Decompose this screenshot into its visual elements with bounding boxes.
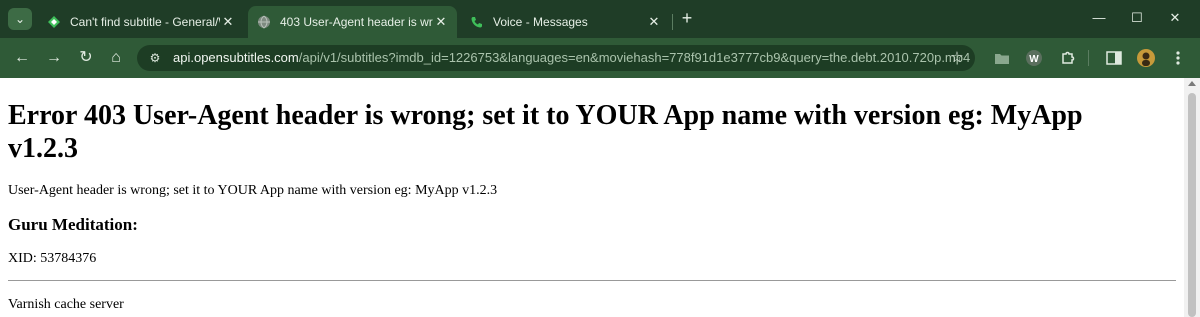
side-panel-icon[interactable] bbox=[1104, 48, 1124, 68]
url-path: /api/v1/subtitles?imdb_id=1226753&langua… bbox=[298, 50, 971, 65]
scrollbar-thumb[interactable] bbox=[1188, 93, 1196, 317]
minimize-button[interactable]: — bbox=[1088, 8, 1110, 28]
extensions-puzzle-icon[interactable] bbox=[1058, 48, 1078, 68]
new-tab-button[interactable]: + bbox=[678, 9, 696, 28]
tab-divider bbox=[672, 14, 673, 30]
xid-text: XID: 53784376 bbox=[8, 251, 97, 266]
title-bar: ⌄ Can't find subtitle - General/Wi ✕ 403… bbox=[0, 0, 1200, 38]
address-bar[interactable]: ⚙ api.opensubtitles.com/api/v1/subtitles… bbox=[137, 45, 975, 71]
tab-voice[interactable]: Voice - Messages ✕ bbox=[461, 6, 670, 38]
divider bbox=[8, 280, 1176, 281]
reload-icon[interactable]: ↻ bbox=[76, 48, 96, 68]
close-icon[interactable]: ✕ bbox=[220, 14, 236, 30]
url-text[interactable]: api.opensubtitles.com/api/v1/subtitles?i… bbox=[173, 50, 970, 66]
bookmark-star-icon[interactable]: ☆ bbox=[948, 49, 966, 67]
page-content: Error 403 User-Agent header is wrong; se… bbox=[0, 78, 1184, 317]
close-icon[interactable]: ✕ bbox=[646, 14, 662, 30]
tab-403-error[interactable]: 403 User-Agent header is wrong ✕ bbox=[248, 6, 457, 38]
error-message: User-Agent header is wrong; set it to YO… bbox=[8, 183, 498, 198]
tab-general[interactable]: Can't find subtitle - General/Wi ✕ bbox=[38, 6, 244, 38]
tab-title: 403 User-Agent header is wrong bbox=[280, 15, 433, 29]
folder-icon[interactable] bbox=[992, 48, 1012, 68]
scroll-up-arrow-icon[interactable] bbox=[1188, 81, 1196, 86]
home-icon[interactable]: ⌂ bbox=[106, 48, 126, 68]
site-settings-icon[interactable]: ⚙ bbox=[147, 50, 163, 66]
server-footer: Varnish cache server bbox=[8, 297, 124, 312]
toolbar-divider bbox=[1088, 50, 1089, 66]
extension-w-icon[interactable]: W bbox=[1024, 48, 1044, 68]
browser-toolbar: ← → ↻ ⌂ ⚙ api.opensubtitles.com/api/v1/s… bbox=[0, 38, 1200, 78]
profile-avatar-icon[interactable] bbox=[1136, 48, 1156, 68]
close-window-button[interactable]: ✕ bbox=[1164, 8, 1186, 28]
menu-kebab-icon[interactable] bbox=[1168, 48, 1188, 68]
back-arrow-icon[interactable]: ← bbox=[12, 48, 32, 68]
forward-arrow-icon[interactable]: → bbox=[44, 48, 64, 68]
chevron-down-icon: ⌄ bbox=[14, 12, 26, 26]
guru-meditation-heading: Guru Meditation: bbox=[8, 215, 138, 234]
tab-title: Voice - Messages bbox=[493, 15, 588, 29]
diamond-icon bbox=[46, 14, 62, 30]
maximize-button[interactable]: ☐ bbox=[1126, 8, 1148, 28]
url-host: api.opensubtitles.com bbox=[173, 50, 299, 65]
svg-text:W: W bbox=[1029, 54, 1039, 65]
tab-title: Can't find subtitle - General/Wi bbox=[70, 15, 220, 29]
vertical-scrollbar[interactable] bbox=[1184, 78, 1200, 317]
globe-icon bbox=[256, 14, 272, 30]
tab-search-button[interactable]: ⌄ bbox=[8, 8, 32, 30]
page-title: Error 403 User-Agent header is wrong; se… bbox=[8, 100, 1083, 164]
phone-icon bbox=[469, 14, 485, 30]
close-icon[interactable]: ✕ bbox=[433, 14, 449, 30]
